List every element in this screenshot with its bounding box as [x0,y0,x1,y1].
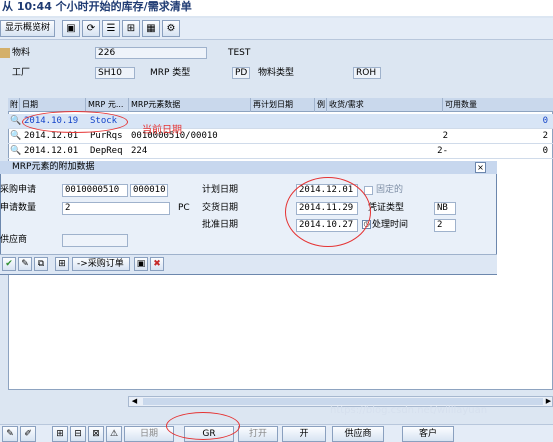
col-exception: 例 [315,98,327,112]
proc-time-label: 处理时间 [372,220,409,230]
warning-icon[interactable]: ⚠ [106,426,122,442]
req-qty-label: 申请数量 [0,203,37,213]
copy-icon[interactable]: ⧉ [34,257,48,271]
scroll-left-icon[interactable]: ◀ [130,397,139,406]
settings-icon[interactable]: ⚙ [162,20,180,37]
col-date: 日期 [20,98,86,112]
material-label: 物料 [12,48,31,58]
col-attach: 附 [8,98,20,112]
watermark: https://blog.csdn.net/williayuan [330,405,488,416]
mrp-type-label: MRP 类型 [150,68,191,78]
row-avail: 0 [542,116,548,126]
show-overview-button[interactable]: 显示概览树 [0,20,55,37]
hierarchy-icon[interactable]: ⊞ [55,257,69,271]
open-button[interactable]: 打开 [238,426,278,442]
purchase-req-label: 采购申请 [0,185,37,195]
vendor-label: 供应商 [0,235,28,245]
row-avail: 2 [542,131,548,141]
dialog-title: MRP元素的附加数据 [0,161,497,174]
tree-icon[interactable]: ⊠ [88,426,104,442]
material-text: TEST [228,48,251,58]
close-icon[interactable]: × [475,162,486,173]
current-date-annotation: 当前日期 [142,125,182,136]
detail-icon[interactable]: 🔍 [8,129,21,144]
purchase-order-button[interactable]: ->采购订单 [72,257,130,271]
confirm-icon[interactable]: ✔ [2,257,16,271]
row-date: 2014.12.01 [24,146,79,156]
purchase-req-field: 0010000510 [62,184,128,197]
fixed-checkbox[interactable] [364,186,373,195]
structure-icon[interactable]: ⊟ [70,426,86,442]
release-date-label: 批准日期 [202,220,239,230]
planned-date-label: 计划日期 [202,185,239,195]
req-qty-unit: PC [178,203,190,213]
display-icon[interactable]: ▣ [62,20,80,37]
purchase-req-item: 000010 [130,184,168,197]
row-avail: 0 [542,146,548,156]
table-header: 附 日期 MRP 元... MRP元素数据 再计划日期 例 收货/需求 可用数量 [8,98,553,112]
proc-time-field: 2 [434,219,456,232]
material-type-field: ROH [353,67,381,79]
col-mrp-element: MRP 元... [86,98,129,112]
col-reschedule: 再计划日期 [251,98,315,112]
col-mrp-data: MRP元素数据 [129,98,251,112]
detail-icon[interactable]: 🔍 [8,144,21,159]
doc-type-field: NB [434,202,456,215]
display-icon[interactable]: ▣ [134,257,148,271]
mrp-type-field: PD [232,67,250,79]
row-qty: 2- [437,146,448,156]
delivery-date-label: 交货日期 [202,203,239,213]
toolbar: 显示概览树 ▣ ⟳ ☰ ⊞ ▦ ⚙ [0,18,553,40]
edit-icon[interactable]: ✎ [18,257,32,271]
col-receipt: 收货/需求 [327,98,443,112]
window-title: 从 10:44 个小时开始的库存/需求清单 [0,0,553,16]
pencil-icon[interactable]: ✐ [20,426,36,442]
edit-icon[interactable]: ✎ [2,426,18,442]
open-button-2[interactable]: 开 [282,426,326,442]
scroll-right-icon[interactable]: ▶ [544,397,553,406]
doc-type-label: 凭证类型 [368,203,405,213]
list-icon[interactable]: ☰ [102,20,120,37]
scroll-thumb[interactable] [143,398,543,405]
vendor-button[interactable]: 供应商 [332,426,384,442]
refresh-icon[interactable]: ⟳ [82,20,100,37]
row-qty: 2 [442,131,448,141]
cancel-icon[interactable]: ✖ [150,257,164,271]
table-row[interactable]: 🔍 2014.12.01 DepReq 224 2- 0 [8,144,553,159]
plant-label: 工厂 [12,68,31,78]
date-highlight-circle [22,111,128,133]
row-mrp: DepReq [90,146,123,156]
bottom-toolbar: ✎ ✐ ⊞ ⊟ ⊠ ⚠ 日期 GR 打开 开 供应商 客户 [0,424,553,442]
detail-icon[interactable]: 🔍 [8,114,21,129]
vendor-field[interactable] [62,234,128,247]
tree-icon[interactable]: ⊞ [122,20,140,37]
fixed-label: 固定的 [376,185,404,195]
col-available: 可用数量 [445,100,477,109]
dates-highlight-circle [285,177,371,247]
customer-button[interactable]: 客户 [402,426,454,442]
gr-highlight-circle [166,412,240,440]
material-field: 226 [95,47,207,59]
material-icon [0,48,10,58]
material-type-label: 物料类型 [258,68,295,78]
plant-field: SH10 [95,67,135,79]
req-qty-field: 2 [62,202,170,215]
row-data: 224 [131,146,148,156]
grid-icon[interactable]: ▦ [142,20,160,37]
hierarchy-icon[interactable]: ⊞ [52,426,68,442]
